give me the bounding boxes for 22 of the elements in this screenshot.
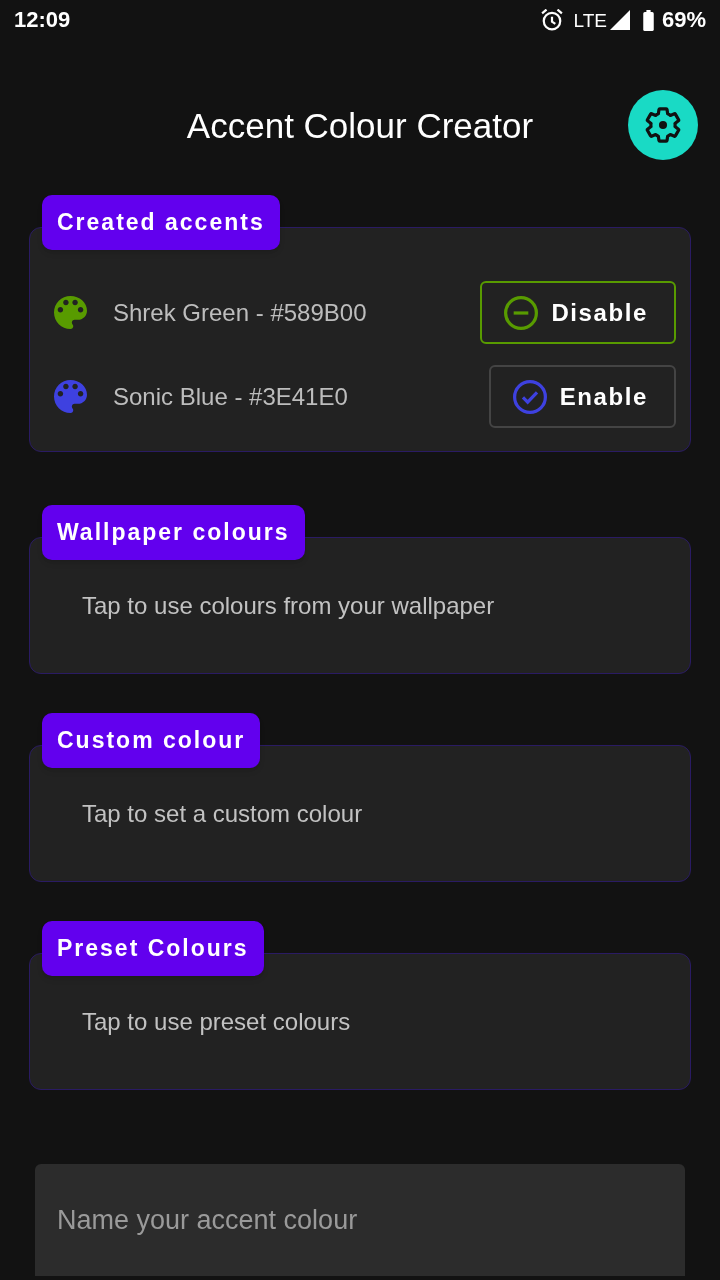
check-circle-icon [512,379,547,414]
option-description: Tap to set a custom colour [82,798,363,829]
network-type: LTE [573,10,607,30]
toggle-button[interactable]: Enable [488,365,676,428]
app-title: Accent Colour Creator [186,107,534,143]
accent-name: Shrek Green - #589B00 [113,297,367,328]
toggle-button[interactable]: Disable [480,281,676,344]
option-description: Tap to use colours from your wallpaper [82,590,495,621]
accent-name: Sonic Blue - #3E41E0 [113,381,348,412]
battery-icon [642,9,654,31]
section-title: Wallpaper colours [42,505,305,560]
signal-icon [609,10,630,30]
settings-icon [645,107,681,143]
minus-circle-icon [504,295,539,330]
name-input-field[interactable]: Name your accent colour [35,1164,685,1276]
status-time: 12:09 [14,9,71,31]
section-title: Custom colour [42,713,261,768]
section-title: Created accents [42,195,280,250]
battery-level: 69% [661,9,706,31]
alarm-icon [540,9,563,31]
option-description: Tap to use preset colours [82,1006,351,1037]
section-title: Preset Colours [42,921,264,976]
